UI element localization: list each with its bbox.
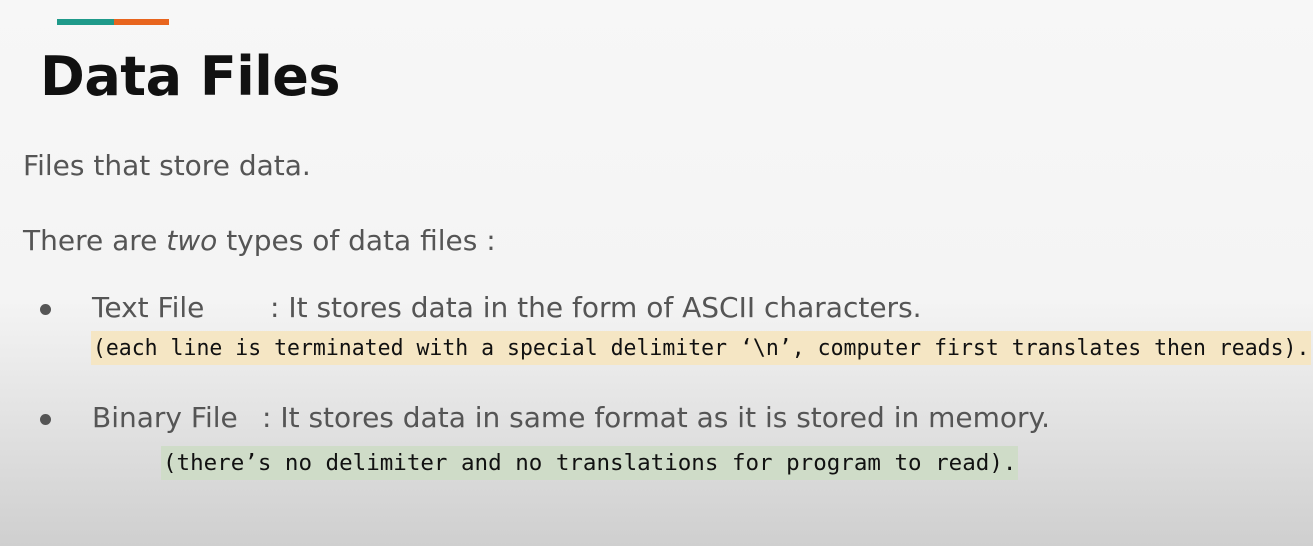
types-emphasis: two xyxy=(166,224,218,257)
binary-file-note: (there’s no delimiter and no translation… xyxy=(161,446,1019,480)
bullet-dot-icon xyxy=(40,414,51,425)
types-prefix: There are xyxy=(23,224,167,257)
bullet-term: Text File xyxy=(92,291,205,324)
intro-text: Files that store data. xyxy=(23,149,311,182)
bullet-term: Binary File xyxy=(92,401,238,434)
accent-bar xyxy=(57,19,169,25)
bullet-description: : It stores data in same format as it is… xyxy=(262,401,1051,434)
types-text: There are two types of data files : xyxy=(23,221,496,261)
bullet-description: : It stores data in the form of ASCII ch… xyxy=(270,291,922,324)
bullet-dot-icon xyxy=(40,304,51,315)
types-suffix: types of data files : xyxy=(217,224,496,257)
accent-bar-orange xyxy=(114,19,169,25)
accent-bar-teal xyxy=(57,19,114,25)
slide-title: Data Files xyxy=(40,45,341,108)
text-file-note: (each line is terminated with a special … xyxy=(91,331,1312,365)
